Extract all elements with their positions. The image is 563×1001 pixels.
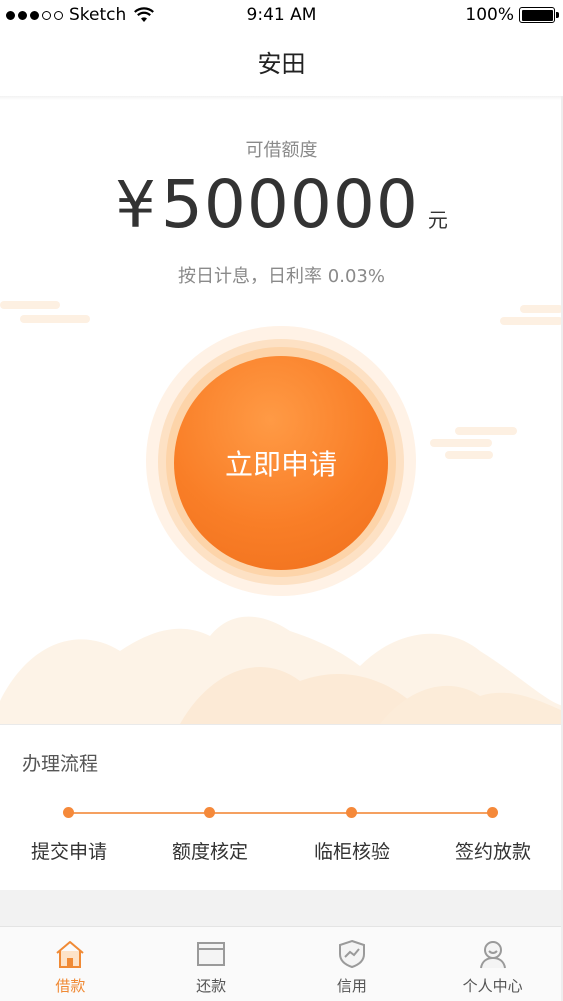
tab-label: 个人中心 (462, 977, 523, 995)
process-title: 办理流程 (22, 753, 99, 775)
step-label-submit: 提交申请 (30, 841, 107, 863)
credit-amount: ¥ 500000 元 (0, 166, 563, 243)
card-icon (197, 942, 226, 966)
shield-icon (338, 939, 365, 969)
tab-label: 信用 (336, 977, 367, 995)
process-line (68, 812, 494, 814)
credit-label: 可借额度 (245, 140, 318, 161)
amount-unit: 元 (427, 208, 448, 232)
tab-credit[interactable]: 信用 (282, 927, 423, 1001)
currency-symbol: ¥ (115, 169, 156, 243)
battery-percent: 100% (465, 5, 514, 25)
step-dot (346, 807, 357, 818)
step-label-quota: 额度核定 (171, 841, 248, 863)
tab-label: 借款 (55, 977, 86, 995)
nav-bar: 安田 (0, 32, 563, 96)
interest-rate-text: 按日计息，日利率 0.03% (178, 266, 385, 287)
apply-now-label: 立即申请 (224, 448, 337, 481)
step-dot (487, 807, 498, 818)
tab-bar: 借款 还款 信用 个人中心 (0, 926, 563, 1001)
apply-now-button[interactable]: 立即申请 (174, 356, 388, 570)
status-right: 100% (465, 5, 559, 25)
battery-icon (519, 7, 559, 23)
step-label-verify: 临柜核验 (313, 841, 390, 863)
user-icon (479, 941, 506, 969)
tab-profile[interactable]: 个人中心 (422, 927, 563, 1001)
process-section: 办理流程 提交申请 额度核定 临柜核验 签约放款 (0, 724, 563, 890)
tab-repay[interactable]: 还款 (141, 927, 282, 1001)
section-divider (0, 890, 563, 926)
page-title: 安田 (257, 50, 306, 78)
tab-borrow[interactable]: 借款 (0, 927, 141, 1001)
step-dot (63, 807, 74, 818)
status-bar: Sketch 9:41 AM 100% (0, 0, 563, 32)
home-icon (56, 941, 85, 968)
tab-label: 还款 (196, 977, 227, 995)
credit-hero: 可借额度 ¥ 500000 元 按日计息，日利率 0.03% 立即申请 (0, 96, 563, 724)
step-dot (204, 807, 215, 818)
hero-shadow (0, 96, 563, 100)
amount-value: 500000 (160, 166, 419, 243)
step-label-sign: 签约放款 (454, 841, 531, 863)
